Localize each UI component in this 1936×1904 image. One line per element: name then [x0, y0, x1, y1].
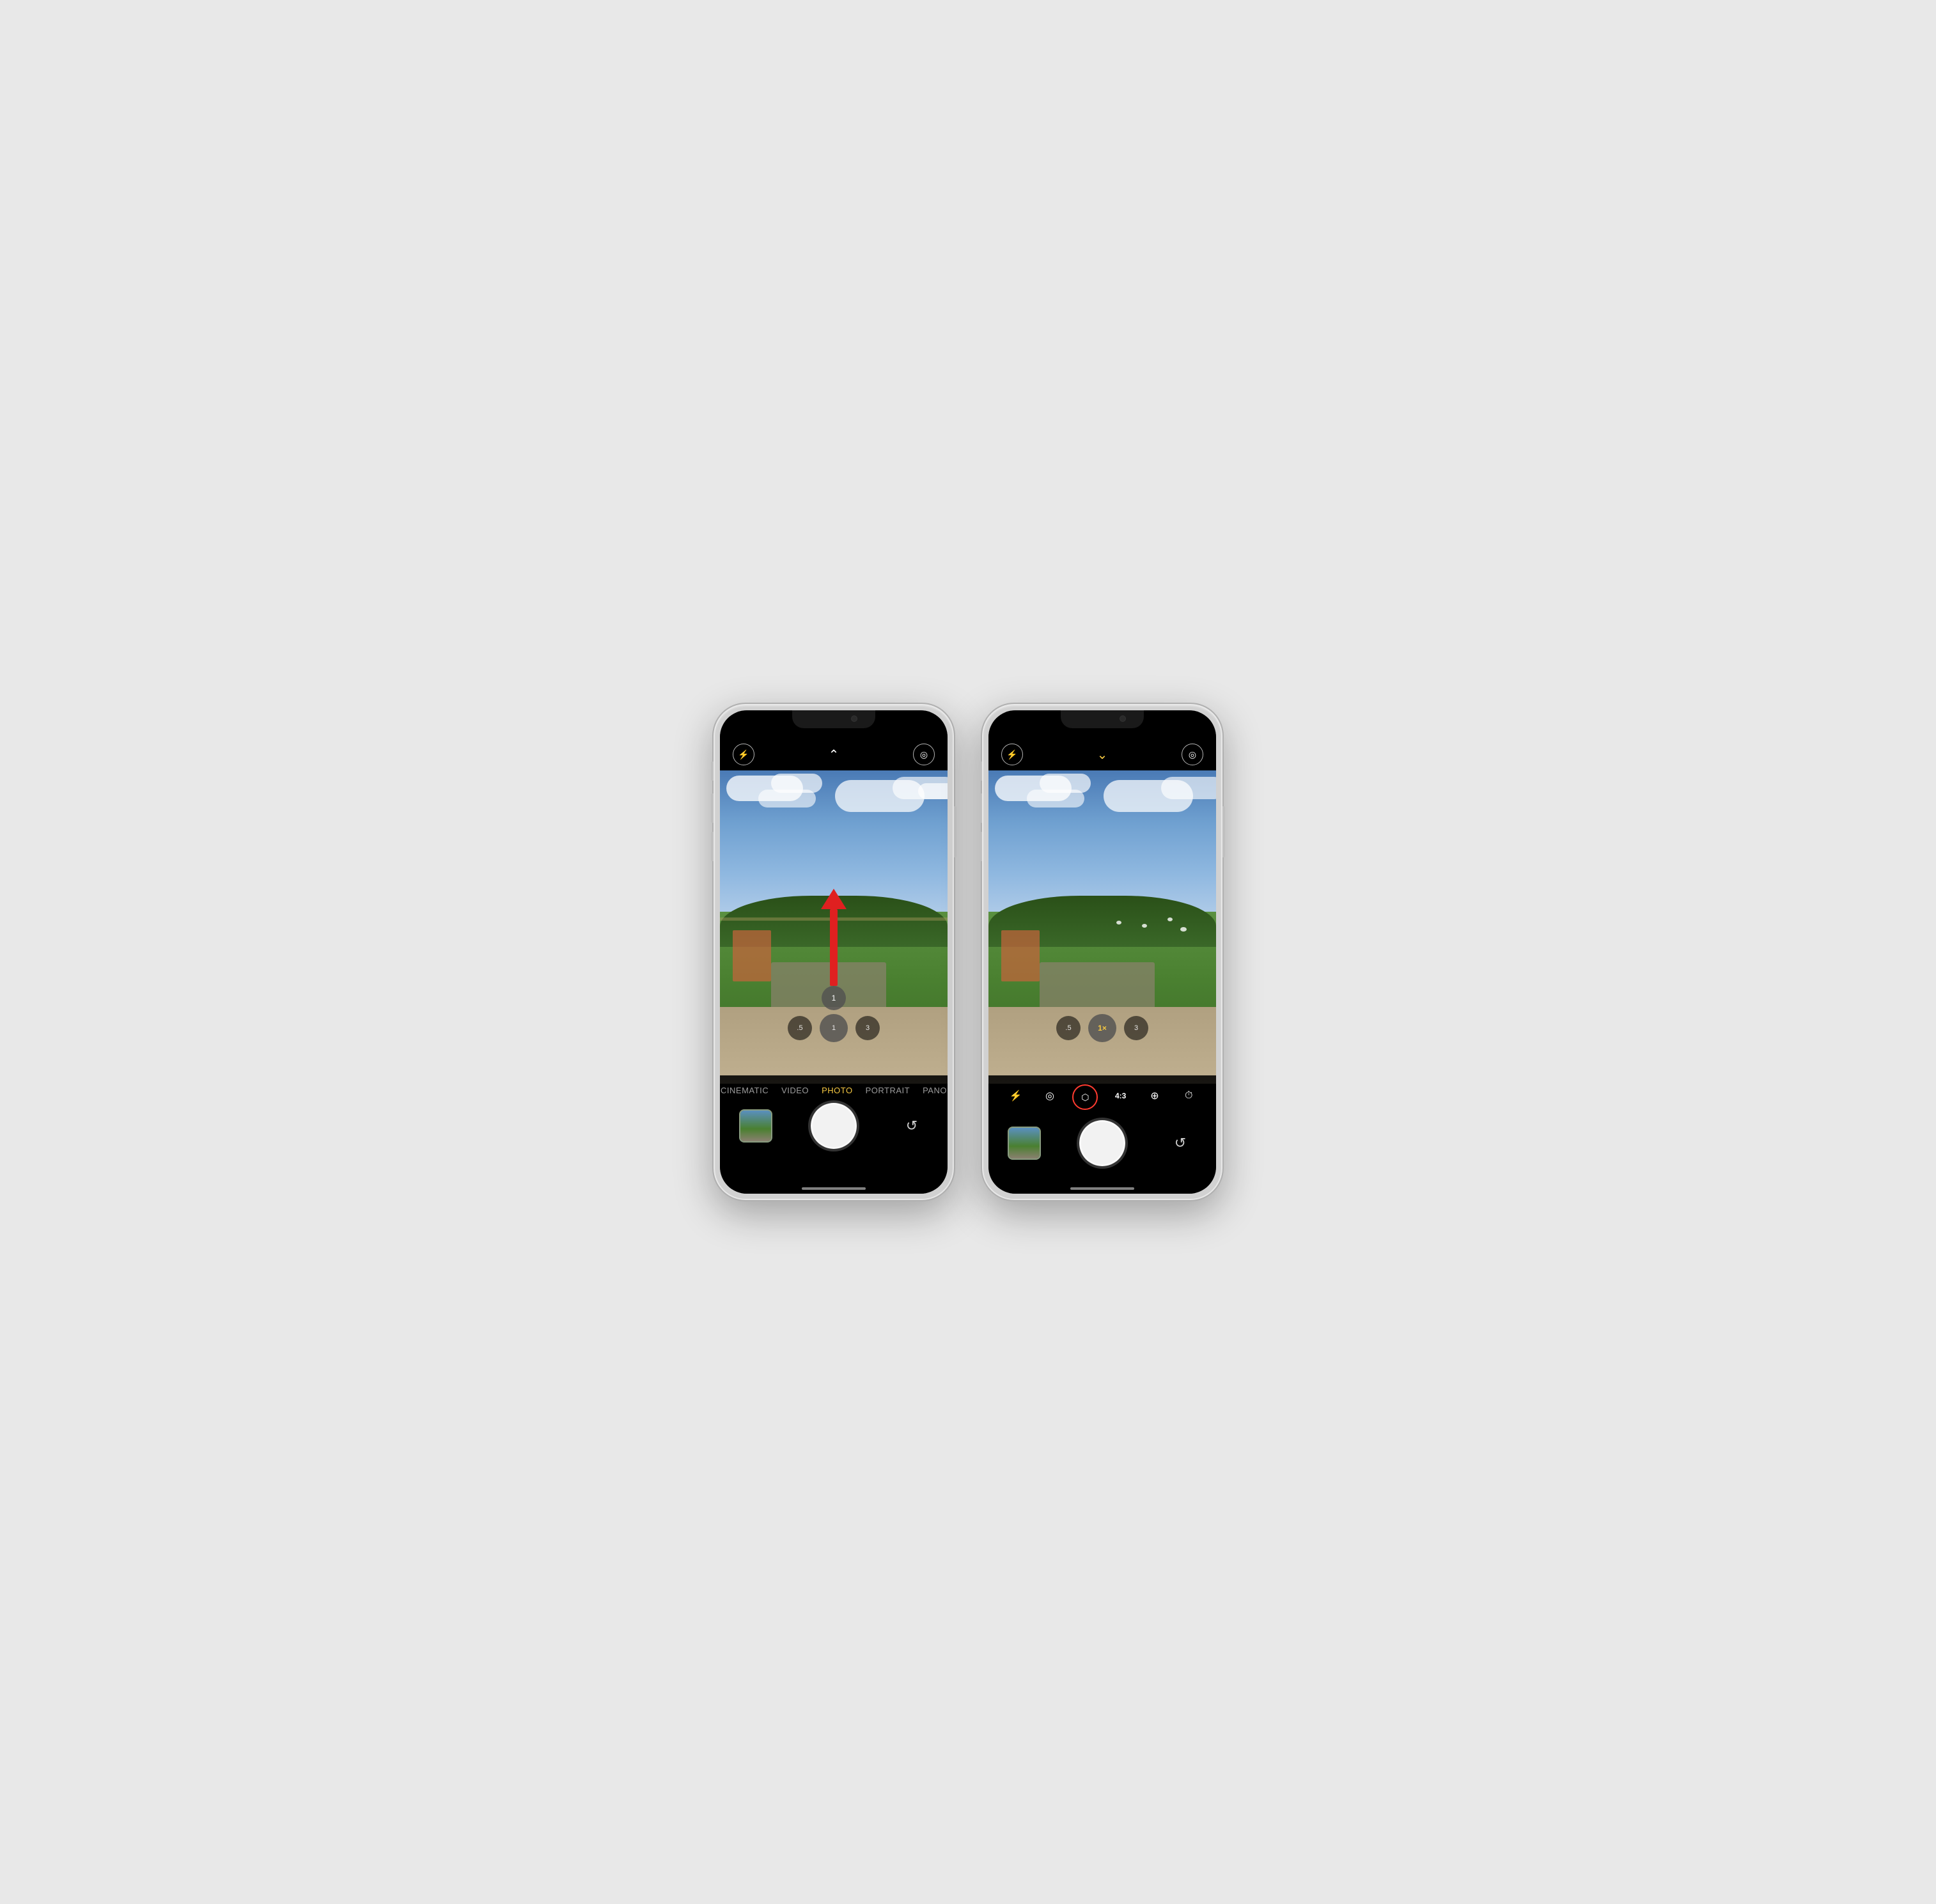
zoom-selector-right: .5 1× 3	[1056, 1014, 1148, 1042]
toolbar-flash-right[interactable]: ⚡	[1004, 1084, 1027, 1107]
toolbar-live-right[interactable]: ◎	[1038, 1084, 1061, 1107]
swipe-arrow: 1	[821, 889, 847, 1010]
volume-up-right[interactable]	[980, 793, 982, 823]
chevron-down-icon: ⌄	[1097, 747, 1108, 763]
shutter-button-left[interactable]	[811, 1103, 857, 1149]
shutter-row-right: ↺	[988, 1118, 1216, 1169]
shutter-row-left: ↺	[720, 1100, 948, 1151]
silent-switch	[711, 761, 714, 781]
flash-icon-right: ⚡	[1006, 749, 1017, 760]
page-container: ⚡ ⌃ ◎	[712, 703, 1224, 1201]
phone-screen-left: ⚡ ⌃ ◎	[720, 710, 948, 1194]
hdr-icon: ⊕	[1150, 1089, 1159, 1102]
zoom-3x-left[interactable]: 3	[855, 1016, 880, 1040]
volume-down-right[interactable]	[980, 832, 982, 861]
notch-right	[1061, 710, 1144, 728]
photo-thumbnail-left[interactable]	[739, 1109, 772, 1143]
chevron-up-button[interactable]: ⌃	[823, 744, 845, 765]
arrow-base-circle: 1	[822, 986, 846, 1010]
ratio-icon: 4:3	[1115, 1091, 1126, 1100]
zoom-selector-left: .5 1 3	[788, 1014, 880, 1042]
volume-up-button[interactable]	[711, 793, 714, 823]
flash-button-right[interactable]: ⚡	[1001, 744, 1023, 765]
live-button-right[interactable]: ◎	[1182, 744, 1203, 765]
live-icon-left: ◎	[920, 749, 928, 760]
mode-cinematic[interactable]: CINEMATIC	[721, 1086, 769, 1095]
mode-portrait[interactable]: PORTRAIT	[866, 1086, 910, 1095]
mode-selector-left: CINEMATIC VIDEO PHOTO PORTRAIT PANO	[721, 1075, 947, 1095]
playground-left	[733, 930, 771, 981]
camera-ui-right: ⚡ ⌄ ◎	[988, 710, 1216, 1194]
zoom-3x-right[interactable]: 3	[1124, 1016, 1148, 1040]
toolbar-live-icon: ◎	[1045, 1089, 1054, 1102]
chevron-down-button[interactable]: ⌄	[1091, 744, 1113, 765]
home-indicator-right	[1070, 1187, 1134, 1190]
phone-screen-right: ⚡ ⌄ ◎	[988, 710, 1216, 1194]
phone-right: ⚡ ⌄ ◎	[981, 703, 1224, 1201]
power-button-right[interactable]	[1222, 806, 1225, 857]
toolbar-ratio-button[interactable]: 4:3	[1109, 1084, 1132, 1107]
chevron-up-icon: ⌃	[829, 747, 839, 763]
camera-ui-left: ⚡ ⌃ ◎	[720, 710, 948, 1194]
zoom-half-right[interactable]: .5	[1056, 1016, 1081, 1040]
flip-icon-right: ↺	[1175, 1135, 1186, 1151]
top-controls-right: ⚡ ⌄ ◎	[988, 738, 1216, 770]
photo-mode-icon: ⬡	[1081, 1092, 1089, 1103]
zoom-1x-left[interactable]: 1	[820, 1014, 848, 1042]
silent-switch-right	[980, 761, 982, 781]
power-button[interactable]	[954, 806, 956, 857]
bottom-bar-left: CINEMATIC VIDEO PHOTO PORTRAIT PANO ↺	[720, 1075, 948, 1194]
mode-photo-active[interactable]: PHOTO	[822, 1086, 853, 1095]
home-indicator-left	[802, 1187, 866, 1190]
toolbar-flash-icon: ⚡	[1010, 1089, 1022, 1102]
front-camera-left	[851, 715, 857, 722]
thumbnail-preview-left	[740, 1111, 771, 1141]
notch-left	[792, 710, 875, 728]
front-camera-right	[1120, 715, 1126, 722]
live-button-left[interactable]: ◎	[913, 744, 935, 765]
zoom-half-left[interactable]: .5	[788, 1016, 812, 1040]
flip-icon-left: ↺	[906, 1118, 917, 1134]
toolbar-photo-mode-button[interactable]: ⬡	[1072, 1084, 1098, 1110]
viewfinder-left[interactable]: 1 .5 1 3	[720, 770, 948, 1084]
volume-down-button[interactable]	[711, 832, 714, 861]
shutter-button-right[interactable]	[1079, 1120, 1125, 1166]
mode-video[interactable]: VIDEO	[781, 1086, 809, 1095]
mode-pano[interactable]: PANO	[923, 1086, 947, 1095]
toolbar-timer-button[interactable]: ⏱	[1177, 1084, 1200, 1107]
sheep4	[1180, 927, 1187, 932]
live-icon-right: ◎	[1189, 749, 1196, 760]
flip-camera-button-right[interactable]: ↺	[1164, 1127, 1197, 1160]
toolbar-hdr-button[interactable]: ⊕	[1143, 1084, 1166, 1107]
thumbnail-preview-right	[1009, 1128, 1040, 1159]
flash-icon-left: ⚡	[738, 749, 749, 760]
arrow-shaft	[830, 909, 838, 986]
viewfinder-right[interactable]: .5 1× 3	[988, 770, 1216, 1084]
toolbar-row-right: ⚡ ◎ ⬡ 4:3 ⊕	[988, 1079, 1216, 1115]
timer-icon: ⏱	[1185, 1090, 1192, 1102]
flash-button-left[interactable]: ⚡	[733, 744, 754, 765]
phone-left: ⚡ ⌃ ◎	[712, 703, 955, 1201]
bottom-bar-right: ⚡ ◎ ⬡ 4:3 ⊕	[988, 1075, 1216, 1194]
flip-camera-button-left[interactable]: ↺	[895, 1109, 928, 1143]
zoom-1x-right-active[interactable]: 1×	[1088, 1014, 1116, 1042]
arrow-head	[821, 889, 847, 909]
photo-thumbnail-right[interactable]	[1008, 1127, 1041, 1160]
playground-right	[1001, 930, 1040, 981]
top-controls-left: ⚡ ⌃ ◎	[720, 738, 948, 770]
